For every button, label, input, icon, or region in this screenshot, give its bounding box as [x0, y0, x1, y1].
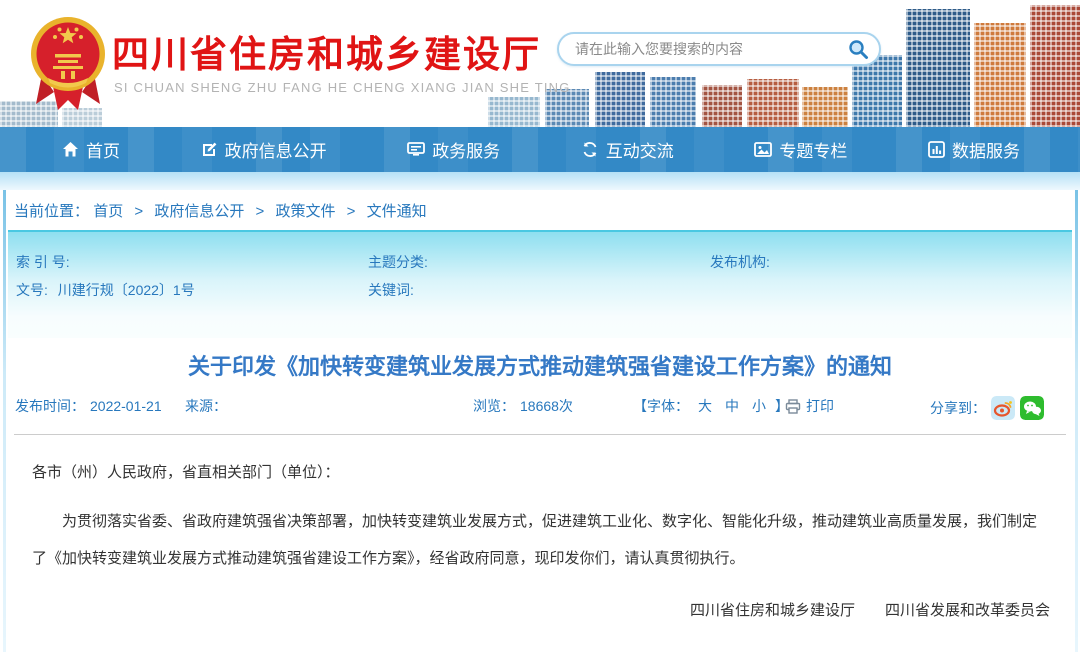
breadcrumb: 当前位置： 首页 > 政府信息公开 > 政策文件 > 文件通知 — [0, 190, 1080, 230]
font-size-large[interactable]: 大 — [698, 396, 712, 416]
article-meta-row: 发布时间： 2022-01-21 来源： 浏览： 18668次 【字体： 大 中… — [0, 396, 1080, 422]
nav-item-label: 数据服务 — [952, 137, 1020, 162]
building-art — [488, 97, 540, 127]
nav-item-label: 政府信息公开 — [225, 137, 327, 162]
building-art — [747, 79, 799, 127]
interact-icon — [581, 141, 599, 158]
print-button[interactable]: 打印 — [785, 396, 834, 416]
album-icon — [754, 141, 772, 158]
article-title: 关于印发《加快转变建筑业发展方式推动建筑强省建设工作方案》的通知 — [0, 352, 1080, 382]
nav-item-gov-info[interactable]: 政府信息公开 — [201, 137, 327, 162]
breadcrumb-item-gov-info[interactable]: 政府信息公开 — [154, 203, 244, 220]
print-label: 打印 — [806, 396, 834, 416]
docno-value: 川建行规〔2022〕1号 — [58, 282, 195, 298]
publish-date-field: 发布时间： 2022-01-21 — [15, 396, 162, 416]
main-nav: 首页 政府信息公开 政务服务 互动交流 — [0, 127, 1080, 172]
site-pinyin: SI CHUAN SHENG ZHU FANG HE CHENG XIANG J… — [114, 80, 571, 95]
breadcrumb-separator: > — [256, 203, 265, 220]
building-art — [974, 23, 1026, 127]
agency-field: 发布机构: — [710, 248, 776, 276]
meta-row: 索 引 号: 主题分类: 发布机构: — [8, 248, 1072, 276]
font-size-control: 【字体： 大 中 小 】 — [633, 396, 789, 416]
article-signature: 四川省住房和城乡建设厅 四川省发展和改革委员会 — [0, 599, 1080, 620]
article-body: 各市（州）人民政府，省直相关部门（单位）： 为贯彻落实省委、省政府建筑强省决策部… — [0, 435, 1080, 577]
breadcrumb-separator: > — [134, 203, 143, 220]
nav-item-services[interactable]: 政务服务 — [407, 137, 500, 162]
index-label: 索 引 号: — [16, 254, 70, 270]
header: 四川省住房和城乡建设厅 SI CHUAN SHENG ZHU FANG HE C… — [0, 0, 1080, 127]
search-button[interactable] — [847, 38, 869, 60]
nav-item-data-services[interactable]: 数据服务 — [928, 137, 1020, 162]
building-art — [906, 9, 970, 127]
content-area: 当前位置： 首页 > 政府信息公开 > 政策文件 > 文件通知 索 引 号: 主… — [0, 190, 1080, 652]
meta-row: 文号: 川建行规〔2022〕1号 关键词: — [8, 276, 1072, 304]
breadcrumb-item-notices: 文件通知 — [367, 203, 427, 220]
search-input[interactable] — [575, 41, 847, 57]
index-field: 索 引 号: — [16, 248, 76, 276]
printer-icon — [785, 399, 801, 414]
views-field: 浏览： 18668次 — [473, 396, 573, 416]
font-control-open: 【字体： — [633, 396, 689, 416]
nav-item-label: 首页 — [86, 137, 120, 162]
nav-item-special-topics[interactable]: 专题专栏 — [754, 137, 847, 162]
category-label: 主题分类: — [368, 254, 428, 270]
category-field: 主题分类: — [368, 248, 434, 276]
home-icon — [62, 141, 79, 158]
publish-date-label: 发布时间： — [15, 396, 85, 416]
source-label: 来源： — [185, 396, 227, 416]
search-box — [557, 32, 881, 66]
national-emblem-logo — [28, 12, 108, 112]
nav-item-interaction[interactable]: 互动交流 — [581, 137, 674, 162]
views-label: 浏览： — [473, 396, 515, 416]
breadcrumb-label: 当前位置： — [14, 203, 89, 220]
publish-date-value: 2022-01-21 — [90, 398, 162, 414]
views-value: 18668次 — [520, 396, 573, 416]
monitor-icon — [407, 141, 425, 158]
breadcrumb-separator: > — [347, 203, 356, 220]
keywords-label: 关键词: — [368, 282, 414, 298]
site-title: 四川省住房和城乡建设厅 — [112, 24, 541, 78]
font-size-small[interactable]: 小 — [752, 396, 766, 416]
building-art — [802, 87, 848, 127]
breadcrumb-item-home[interactable]: 首页 — [93, 203, 123, 220]
search-icon — [847, 38, 869, 60]
chart-icon — [928, 141, 945, 158]
wechat-icon[interactable] — [1020, 396, 1044, 420]
keywords-field: 关键词: — [368, 276, 420, 304]
building-art — [1030, 5, 1080, 127]
article-paragraph: 为贯彻落实省委、省政府建筑强省决策部署，加快转变建筑业发展方式，促进建筑工业化、… — [32, 503, 1048, 577]
edit-icon — [201, 141, 218, 158]
docno-field: 文号: 川建行规〔2022〕1号 — [16, 276, 195, 304]
nav-item-label: 互动交流 — [606, 137, 674, 162]
nav-item-label: 政务服务 — [432, 137, 500, 162]
building-art — [595, 72, 645, 127]
agency-label: 发布机构: — [710, 254, 770, 270]
docno-label: 文号: — [16, 282, 48, 298]
share-label: 分享到： — [930, 398, 986, 418]
page: 四川省住房和城乡建设厅 SI CHUAN SHENG ZHU FANG HE C… — [0, 0, 1080, 652]
nav-item-label: 专题专栏 — [779, 137, 847, 162]
document-meta-box: 索 引 号: 主题分类: 发布机构: 文号: 川建行规〔2022〕1号 — [8, 230, 1072, 338]
font-size-medium[interactable]: 中 — [725, 396, 739, 416]
weibo-icon[interactable] — [991, 396, 1015, 420]
breadcrumb-item-policy-docs[interactable]: 政策文件 — [275, 203, 335, 220]
banner-sky-strip — [0, 172, 1080, 190]
building-art — [702, 85, 742, 127]
article-salutation: 各市（州）人民政府，省直相关部门（单位）： — [32, 461, 1048, 485]
source-field: 来源： — [185, 396, 232, 416]
nav-item-home[interactable]: 首页 — [62, 137, 120, 162]
share-control: 分享到： — [930, 396, 1044, 420]
building-art — [650, 77, 696, 127]
